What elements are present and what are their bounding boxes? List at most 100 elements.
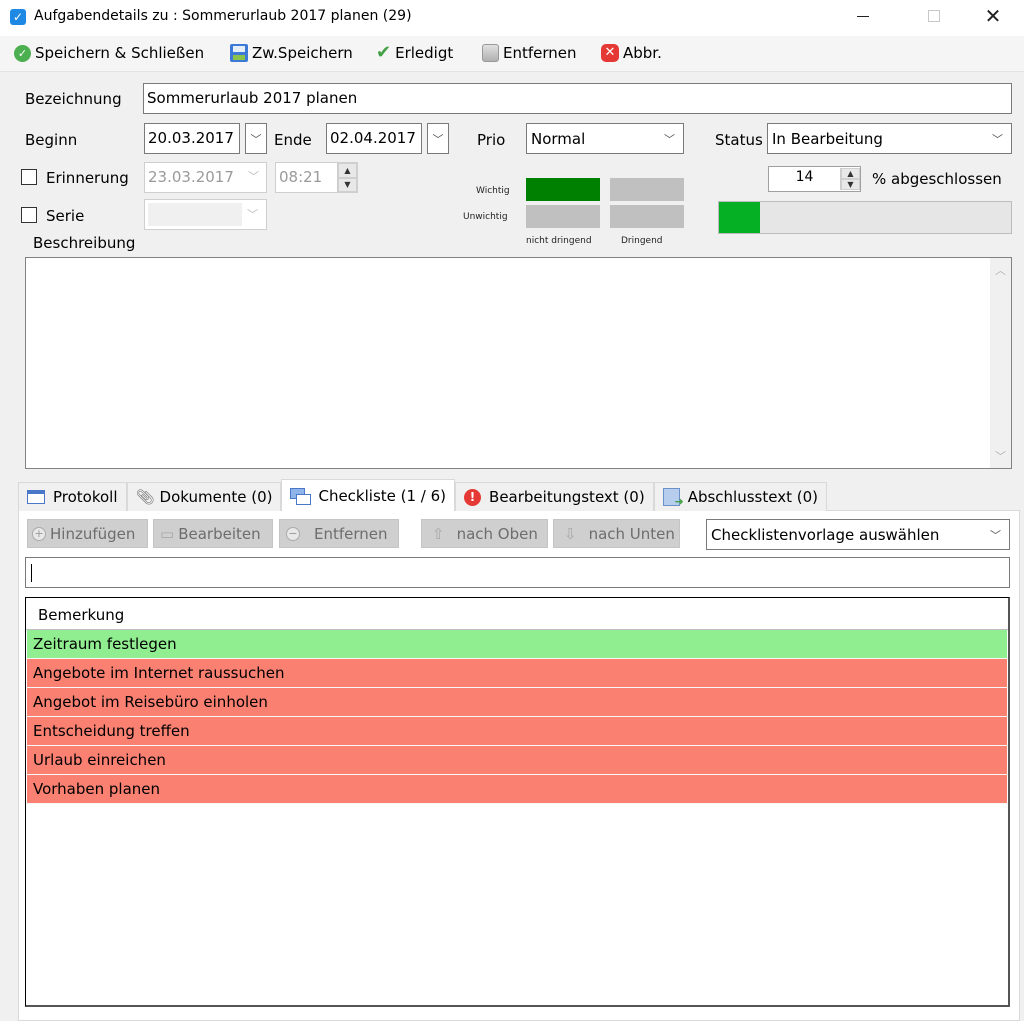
tab-dokumente[interactable]: 📎︎ Dokumente (0) xyxy=(126,482,282,511)
serie-select[interactable]: ﹀ xyxy=(144,199,267,230)
done-button[interactable]: ✔ Erledigt xyxy=(376,42,454,63)
percent-value: 14 xyxy=(795,169,814,185)
remove-item-button[interactable]: − Entfernen xyxy=(279,519,399,548)
save-button[interactable]: Zw.Speichern xyxy=(230,44,353,62)
toolbar: ✓ Speichern & Schließen Zw.Speichern ✔ E… xyxy=(0,36,1024,72)
new-checklist-item-input[interactable] xyxy=(25,557,1010,588)
ende-date-input[interactable]: 02.04.2017 xyxy=(326,123,422,154)
matrix-row-label-unwichtig: Unwichtig xyxy=(463,212,508,222)
move-down-label: nach Unten xyxy=(588,524,675,543)
remove-button[interactable]: Entfernen xyxy=(482,44,577,62)
column-header-bemerkung[interactable]: Bemerkung xyxy=(26,598,1008,630)
close-button[interactable]: ✕ xyxy=(970,0,1016,32)
beginn-dropdown-button[interactable]: ﹀ xyxy=(245,123,267,154)
serie-label: Serie xyxy=(46,207,85,225)
prio-value: Normal xyxy=(531,129,586,148)
done-label: Erledigt xyxy=(395,44,454,62)
ende-dropdown-button[interactable]: ﹀ xyxy=(427,123,449,154)
trash-icon xyxy=(482,44,499,62)
chevron-down-icon: ﹀ xyxy=(992,132,1003,146)
table-icon xyxy=(27,490,45,504)
spin-down-icon[interactable]: ▼ xyxy=(338,177,357,192)
floppy-disk-icon xyxy=(230,44,248,62)
arrow-down-icon: ⇩ xyxy=(564,524,577,543)
table-row[interactable]: Entscheidung treffen xyxy=(27,717,1007,746)
serie-checkbox[interactable] xyxy=(21,207,37,223)
erinnerung-checkbox[interactable] xyxy=(21,169,37,185)
checkmark-icon: ✔ xyxy=(376,42,392,63)
chevron-down-icon: ﹀ xyxy=(247,208,258,221)
maximize-button[interactable] xyxy=(911,0,957,32)
beschreibung-textarea[interactable]: ︿ ﹀ xyxy=(25,257,1012,469)
tab-checkliste[interactable]: Checkliste (1 / 6) xyxy=(281,479,456,511)
matrix-cell-unwichtig-dringend[interactable] xyxy=(610,205,684,228)
tab-protokoll[interactable]: Protokoll xyxy=(18,482,127,511)
title-bar: ✓ Aufgabendetails zu : Sommerurlaub 2017… xyxy=(0,0,1024,36)
edit-icon: ▭ xyxy=(160,524,175,543)
tab-abschlusstext[interactable]: Abschlusstext (0) xyxy=(653,482,827,511)
save-close-label: Speichern & Schließen xyxy=(35,44,205,62)
time-spinner[interactable]: ▲ ▼ xyxy=(337,163,357,192)
window-title: Aufgabendetails zu : Sommerurlaub 2017 p… xyxy=(34,8,412,24)
status-value: In Bearbeitung xyxy=(772,129,883,148)
scroll-down-icon[interactable]: ﹀ xyxy=(990,448,1011,464)
progress-bar xyxy=(718,201,1012,234)
vertical-scrollbar[interactable]: ︿ ﹀ xyxy=(990,258,1011,468)
minimize-button[interactable] xyxy=(840,0,886,32)
save-close-button[interactable]: ✓ Speichern & Schließen xyxy=(14,44,204,62)
bezeichnung-input[interactable]: Sommerurlaub 2017 planen xyxy=(143,83,1012,114)
beschreibung-label: Beschreibung xyxy=(33,234,136,252)
matrix-cell-unwichtig-nicht-dringend[interactable] xyxy=(526,205,600,228)
table-row[interactable]: Angebot im Reisebüro einholen xyxy=(27,688,1007,717)
status-select[interactable]: In Bearbeitung ﹀ xyxy=(767,123,1012,154)
chevron-down-icon: ﹀ xyxy=(250,132,262,146)
arrow-up-icon: ⇧ xyxy=(432,524,445,543)
table-row[interactable]: Vorhaben planen xyxy=(27,775,1007,804)
cancel-button[interactable]: ✕ Abbr. xyxy=(601,44,662,62)
matrix-cell-wichtig-dringend[interactable] xyxy=(610,178,684,201)
checklist-icon xyxy=(290,487,312,505)
tab-label: Abschlusstext (0) xyxy=(687,488,818,506)
tab-label: Dokumente (0) xyxy=(159,488,273,506)
erinnerung-date-input[interactable]: 23.03.2017 ﹀ xyxy=(144,162,267,193)
edit-item-label: Bearbeiten xyxy=(178,524,261,543)
paperclip-icon: 📎︎ xyxy=(135,488,155,506)
chevron-down-icon: ﹀ xyxy=(248,170,259,183)
beschreibung-value xyxy=(26,258,1011,266)
minimize-icon xyxy=(857,15,869,17)
spin-up-icon[interactable]: ▲ xyxy=(338,163,357,178)
warning-icon: ! xyxy=(464,488,482,506)
tab-strip: Protokoll 📎︎ Dokumente (0) Checkliste (1… xyxy=(18,479,827,511)
percent-label: % abgeschlossen xyxy=(872,170,1002,188)
bezeichnung-label: Bezeichnung xyxy=(25,90,122,108)
spin-down-icon[interactable]: ▼ xyxy=(841,179,860,190)
percent-spinner[interactable]: 14 ▲ ▼ xyxy=(768,166,861,192)
cancel-label: Abbr. xyxy=(623,44,662,62)
matrix-col-label-dringend: Dringend xyxy=(621,236,663,246)
erinnerung-time-input[interactable]: 08:21 ▲ ▼ xyxy=(275,162,358,193)
beginn-date-input[interactable]: 20.03.2017 xyxy=(144,123,240,154)
maximize-icon xyxy=(928,10,940,22)
scroll-up-icon[interactable]: ︿ xyxy=(990,262,1011,278)
table-row[interactable]: Urlaub einreichen xyxy=(27,746,1007,775)
minus-circle-icon: − xyxy=(286,526,300,541)
erinnerung-time-value: 08:21 xyxy=(279,168,323,186)
matrix-cell-wichtig-nicht-dringend[interactable] xyxy=(526,178,600,201)
table-row[interactable]: Angebote im Internet raussuchen xyxy=(27,659,1007,688)
move-up-button[interactable]: ⇧ nach Oben xyxy=(421,519,548,548)
tab-bearbeitungstext[interactable]: ! Bearbeitungstext (0) xyxy=(455,482,654,511)
beginn-label: Beginn xyxy=(25,131,78,149)
spin-up-icon[interactable]: ▲ xyxy=(841,168,860,179)
checklist-grid: Bemerkung Zeitraum festlegen Angebote im… xyxy=(25,597,1010,1007)
chevron-down-icon: ﹀ xyxy=(664,132,675,146)
prio-select[interactable]: Normal ﹀ xyxy=(526,123,684,154)
add-item-label: Hinzufügen xyxy=(50,524,136,543)
table-row[interactable]: Zeitraum festlegen xyxy=(27,630,1007,659)
percent-spin-buttons[interactable]: ▲ ▼ xyxy=(840,168,860,190)
add-item-button[interactable]: + Hinzufügen xyxy=(27,519,148,548)
tab-label: Protokoll xyxy=(53,488,118,506)
edit-item-button[interactable]: ▭ Bearbeiten xyxy=(153,519,273,548)
checklist-template-select[interactable]: Checklistenvorlage auswählen ﹀ xyxy=(706,519,1010,550)
remove-label: Entfernen xyxy=(503,44,577,62)
move-down-button[interactable]: ⇩ nach Unten xyxy=(553,519,680,548)
